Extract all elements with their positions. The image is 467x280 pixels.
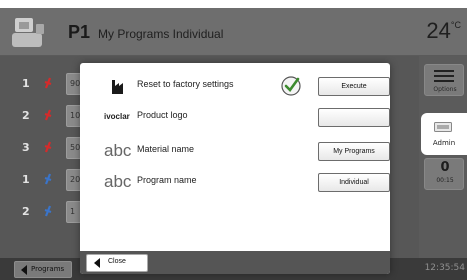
programs-button[interactable]: Programs: [14, 261, 72, 278]
product-logo-row: ivoclar Product logo: [80, 102, 390, 132]
blue-marker-icon: [44, 205, 52, 217]
abc-icon: abc: [104, 172, 132, 191]
reset-factory-row: Reset to factory settings Execute: [80, 71, 390, 101]
top-border: [0, 0, 467, 8]
clock: 12:35:54: [424, 263, 465, 273]
material-name-button[interactable]: My Programs: [318, 142, 390, 161]
product-logo-button[interactable]: [318, 108, 390, 127]
admin-tab[interactable]: Admin: [421, 113, 467, 155]
blue-marker-icon: [44, 173, 52, 185]
temperature-unit: °C: [450, 20, 461, 30]
material-name-label: Material name: [137, 144, 195, 154]
red-marker-icon: [44, 141, 52, 153]
settings-dialog: Reset to factory settings Execute ivocla…: [80, 63, 390, 274]
header-bar: P1 My Programs Individual 24°C: [0, 8, 467, 56]
execute-button[interactable]: Execute: [318, 77, 390, 96]
close-button[interactable]: Close: [86, 254, 148, 272]
list-item[interactable]: 2 1: [0, 198, 86, 226]
timer-button[interactable]: 0 00:15: [424, 158, 464, 190]
list-item[interactable]: 1 20: [0, 166, 86, 194]
temperature-value: 24: [426, 18, 451, 43]
row-number: 2: [22, 205, 30, 218]
abc-icon: abc: [104, 141, 132, 160]
check-icon: [281, 76, 301, 96]
timer-value: 0: [440, 160, 450, 175]
options-label: Options: [433, 86, 457, 93]
options-icon: [434, 70, 454, 82]
list-item[interactable]: 1 90: [0, 70, 86, 98]
factory-icon: [112, 80, 123, 94]
side-panel: Options Admin 0 00:15: [419, 56, 467, 270]
red-marker-icon: [44, 109, 52, 121]
program-number: P1: [68, 22, 91, 42]
furnace-screen: P1 My Programs Individual 24°C 1 90 2 10…: [0, 8, 467, 280]
back-arrow-icon: [21, 265, 27, 275]
furnace-logo-icon: [12, 18, 44, 47]
material-name-row: abc Material name My Programs: [80, 136, 390, 166]
row-number: 1: [22, 173, 30, 186]
programs-label: Programs: [31, 265, 65, 273]
list-item[interactable]: 2 10: [0, 102, 86, 130]
admin-label: Admin: [432, 139, 456, 147]
reset-factory-label: Reset to factory settings: [137, 79, 234, 89]
back-arrow-icon: [94, 258, 100, 268]
ivoclar-logo: ivoclar: [104, 112, 130, 121]
close-label: Close: [108, 258, 126, 265]
timer-time: 00:15: [436, 177, 454, 184]
row-number: 3: [22, 141, 30, 154]
program-name-row: abc Program name Individual: [80, 167, 390, 197]
row-number: 2: [22, 109, 30, 122]
admin-icon: [434, 122, 452, 132]
product-logo-label: Product logo: [137, 110, 188, 120]
list-item[interactable]: 3 50: [0, 134, 86, 162]
program-name-button[interactable]: Individual: [318, 173, 390, 192]
temperature-readout: 24°C: [426, 18, 461, 44]
dialog-footer: Close: [80, 251, 390, 274]
options-button[interactable]: Options: [424, 64, 464, 96]
program-name-label: Program name: [137, 175, 197, 185]
page-title: My Programs Individual: [98, 27, 224, 41]
red-marker-icon: [44, 77, 52, 89]
row-number: 1: [22, 77, 30, 90]
